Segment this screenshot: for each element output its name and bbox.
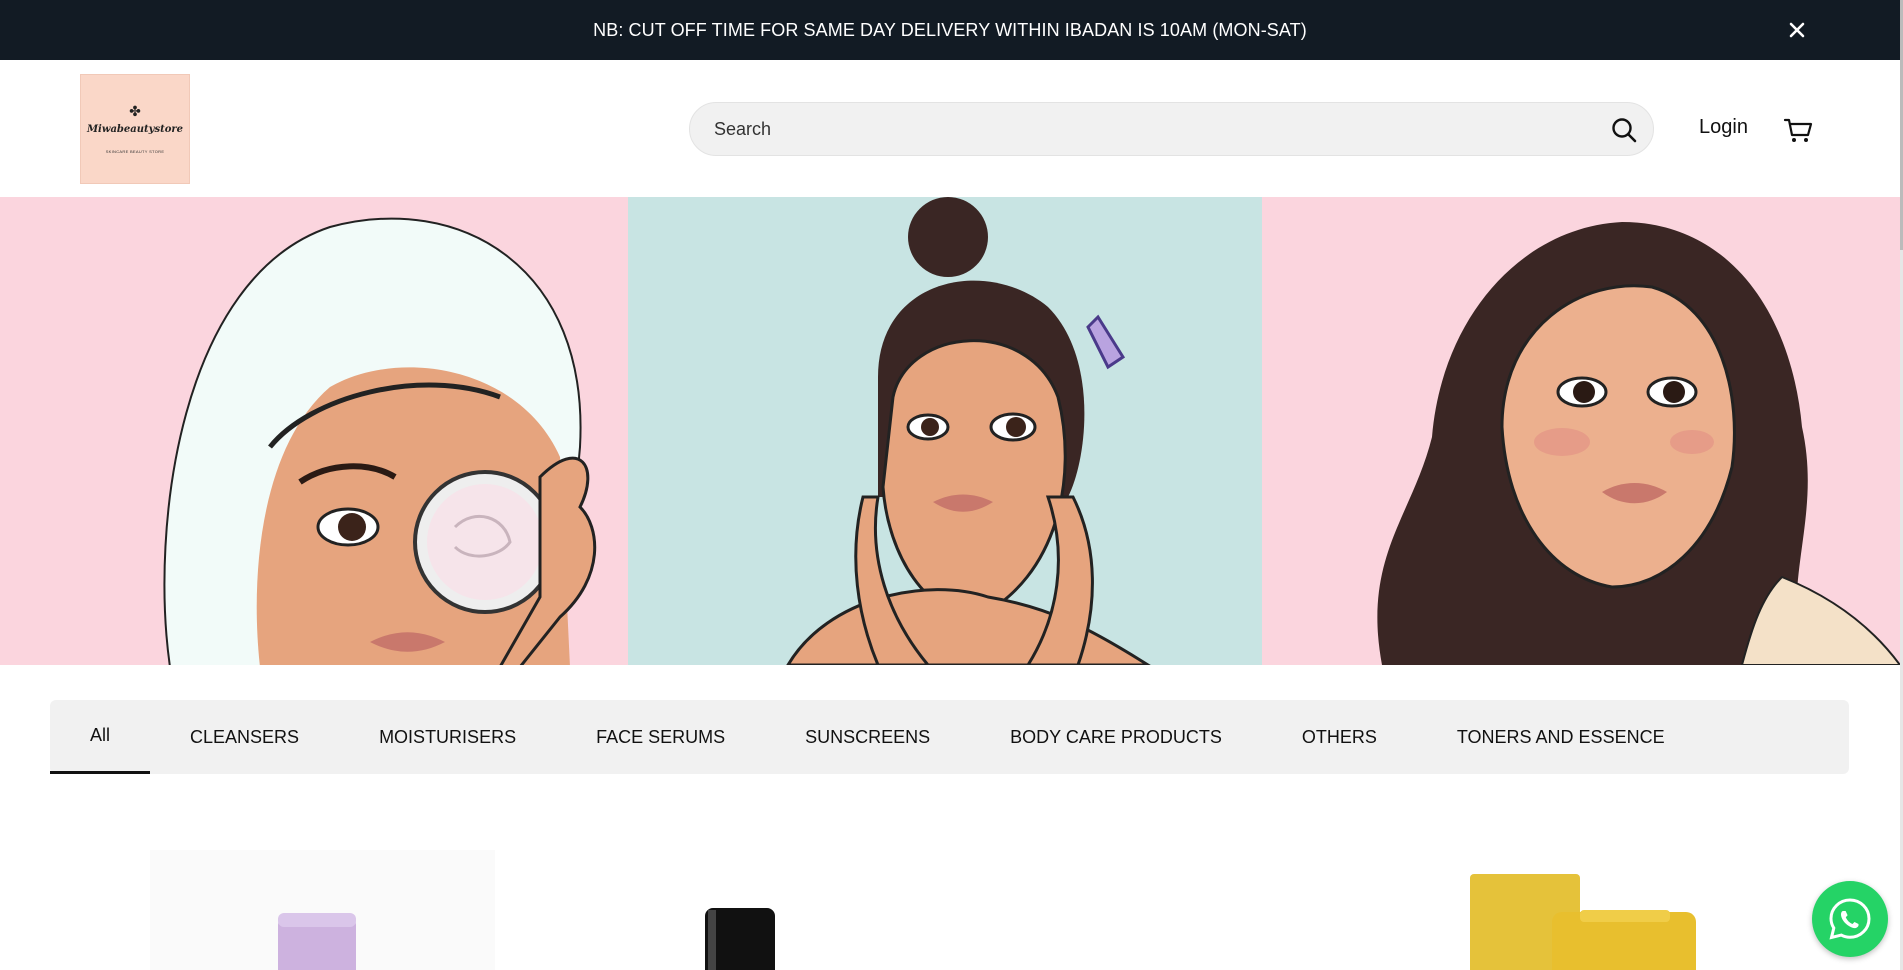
tab-all[interactable]: All	[50, 700, 151, 774]
tab-label: BODY CARE PRODUCTS	[1010, 726, 1222, 747]
whatsapp-icon[interactable]	[1812, 881, 1888, 957]
announcement-bar: NB: CUT OFF TIME FOR SAME DAY DELIVERY W…	[0, 0, 1900, 60]
tab-label: TONERS AND ESSENCE	[1456, 726, 1665, 747]
tab-cleansers[interactable]: CLEANSERS	[190, 700, 299, 774]
product-grid	[0, 850, 1900, 970]
product-card[interactable]	[150, 850, 495, 970]
tab-label: All	[90, 725, 111, 745]
tab-body-care-products[interactable]: BODY CARE PRODUCTS	[1010, 700, 1222, 774]
tab-label: OTHERS	[1301, 726, 1377, 747]
tab-label: CLEANSERS	[190, 726, 300, 747]
logo-name: Miwabeautystore	[86, 124, 184, 135]
store-logo[interactable]: ✤ Miwabeautystore SKINCARE BEAUTY STORE	[80, 74, 190, 184]
tab-others[interactable]: OTHERS	[1302, 700, 1377, 774]
search-input[interactable]	[690, 103, 1570, 155]
product-card[interactable]	[1430, 850, 1770, 970]
hero-banner[interactable]	[0, 197, 1900, 665]
search-icon[interactable]	[1609, 115, 1639, 145]
tab-face-serums[interactable]: FACE SERUMS	[596, 700, 725, 774]
announcement-text: NB: CUT OFF TIME FOR SAME DAY DELIVERY W…	[593, 19, 1307, 40]
tab-sunscreens[interactable]: SUNSCREENS	[805, 700, 930, 774]
hero-panel-wavy-hair	[1262, 197, 1900, 665]
search-bar	[689, 102, 1654, 156]
hero-panel-towel-cream	[0, 197, 628, 665]
logo-flower-icon: ✤	[129, 103, 141, 119]
product-card[interactable]	[1090, 850, 1430, 970]
tab-label: FACE SERUMS	[596, 726, 726, 747]
tab-label: MOISTURISERS	[379, 726, 517, 747]
tab-toners-and-essence[interactable]: TONERS AND ESSENCE	[1457, 700, 1665, 774]
tab-label: SUNSCREENS	[805, 726, 931, 747]
hero-panel-bun-hair	[628, 197, 1262, 665]
logo-tagline: SKINCARE BEAUTY STORE	[105, 149, 165, 154]
login-link[interactable]: Login	[1699, 116, 1748, 139]
site-header: ✤ Miwabeautystore SKINCARE BEAUTY STORE …	[0, 60, 1900, 197]
cart-icon[interactable]	[1783, 114, 1815, 146]
product-card[interactable]	[620, 850, 960, 970]
tab-moisturisers[interactable]: MOISTURISERS	[379, 700, 516, 774]
category-tabs: All CLEANSERS MOISTURISERS FACE SERUMS S…	[50, 700, 1849, 774]
close-icon[interactable]	[1784, 17, 1810, 43]
